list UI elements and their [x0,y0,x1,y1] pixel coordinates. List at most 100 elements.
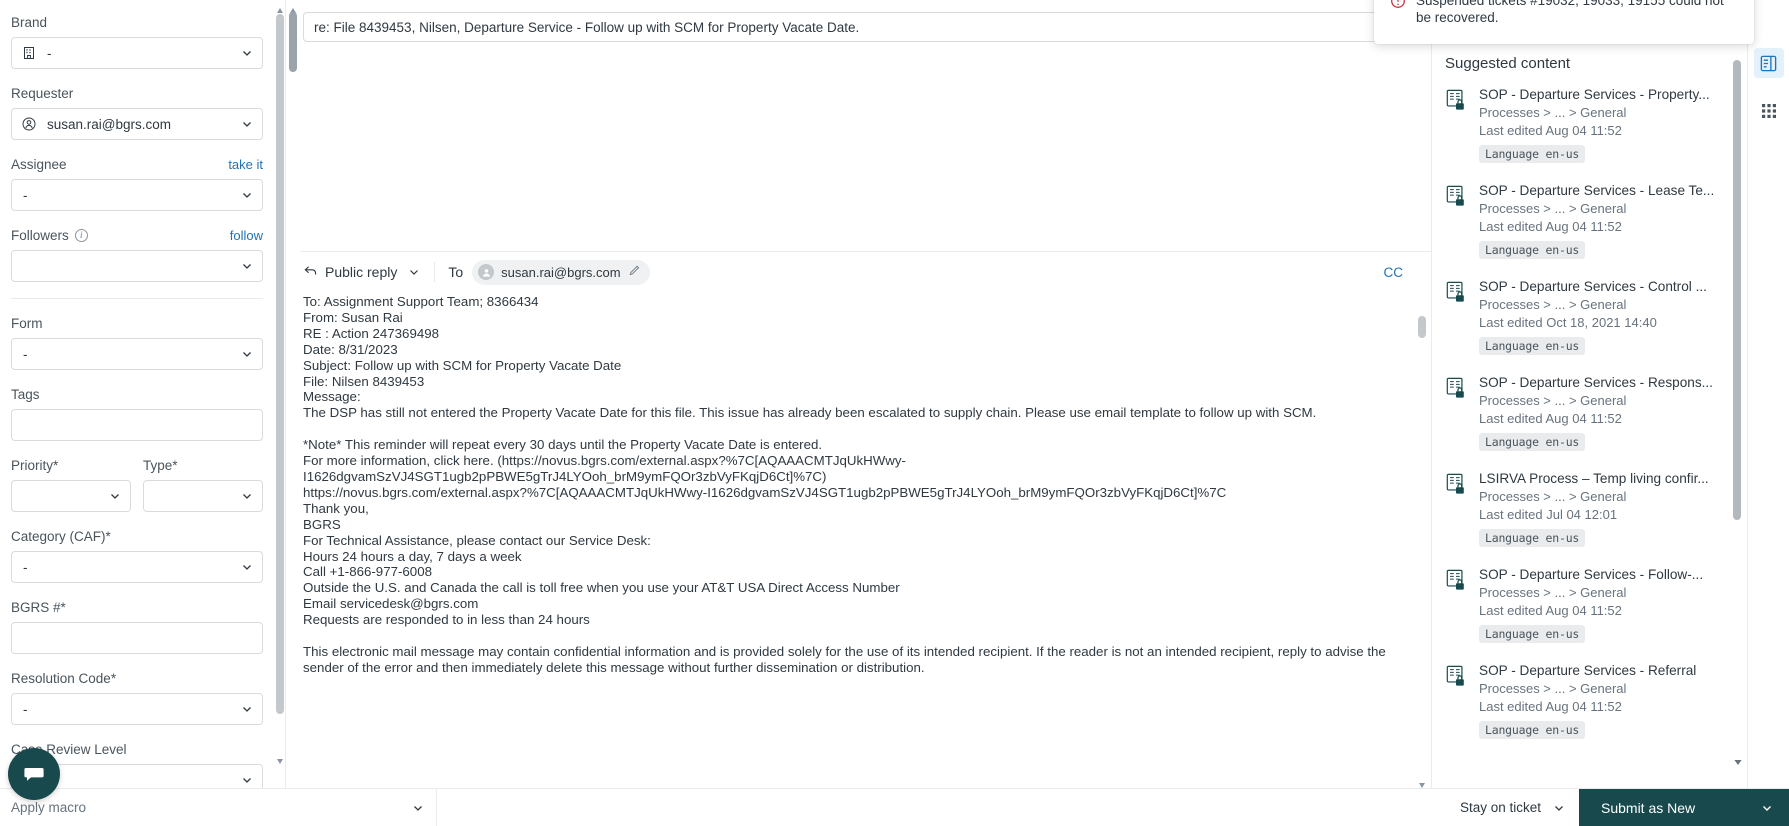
chevron-down-icon[interactable] [1759,802,1773,814]
resolution-code-select[interactable]: - [11,693,263,725]
field-label-row: BGRS #* [11,599,263,616]
scroll-down-arrow-icon[interactable] [276,752,284,764]
scroll-up-arrow-icon[interactable] [289,2,297,13]
article-title: SOP - Departure Services - Follow-... [1479,567,1704,582]
reply-body-text[interactable]: To: Assignment Support Team; 8366434 Fro… [303,292,1405,676]
priority-select[interactable] [11,480,131,512]
sidebar-divider [11,298,263,299]
sidebar-scrollbar-thumb[interactable] [276,14,284,714]
brand-value: - [47,45,52,61]
field-brand: Brand - [11,14,263,69]
conversation-scrollbar-thumb[interactable] [289,12,297,72]
field-tags: Tags [11,386,263,441]
field-label-bgrs-number: BGRS #* [11,600,66,615]
field-label-row: Assignee take it [11,156,263,173]
ticket-workspace: Brand - Requester susan.rai@bgrs.com Ass… [0,0,1789,826]
article-path: Processes > ... > General [1479,489,1627,504]
sidebar-scroll-area: Brand - Requester susan.rai@bgrs.com Ass… [0,0,285,788]
field-label-requester: Requester [11,86,74,101]
category-caf-value: - [23,559,28,575]
suggested-content-scrollbar-thumb[interactable] [1733,60,1741,520]
article-path: Processes > ... > General [1479,105,1627,120]
scroll-down-arrow-icon[interactable] [1418,776,1426,788]
field-label-brand: Brand [11,15,48,30]
chevron-down-icon [241,189,253,201]
subject-input[interactable]: re: File 8439453, Nilsen, Departure Serv… [303,12,1423,42]
list-item[interactable]: SOP - Departure Services - Respons... Pr… [1445,374,1737,451]
suggested-content-panel: Suggested content SOP - Departure Servic… [1431,0,1747,826]
reply-composer: Public reply To susan.rai@bgrs.com CC To… [286,252,1431,826]
list-item[interactable]: SOP - Departure Services - Control ... P… [1445,278,1737,355]
chevron-down-icon [241,348,253,360]
sidebar-scrollbar[interactable] [276,2,284,764]
divider [434,262,436,282]
suggested-content-scrollbar[interactable] [1732,48,1742,766]
resolution-code-value: - [23,701,28,717]
brand-select[interactable]: - [11,37,263,69]
field-label-form: Form [11,316,43,331]
language-badge: Language en-us [1479,241,1586,259]
field-requester: Requester susan.rai@bgrs.com [11,85,263,140]
reply-body-scrollbar-thumb[interactable] [1418,316,1426,338]
apps-grid-icon[interactable] [1754,96,1784,126]
reply-channel-selector[interactable]: Public reply [303,263,432,281]
chevron-down-icon [241,774,253,786]
field-assignee: Assignee take it - [11,156,263,211]
type-select[interactable] [143,480,263,512]
article-title: SOP - Departure Services - Property... [1479,87,1710,102]
field-label-row: Tags [11,386,263,403]
apply-macro-bar: Apply macro [0,788,437,826]
form-value: - [23,346,28,362]
recipient-chip[interactable]: susan.rai@bgrs.com [472,259,650,285]
requester-select[interactable]: susan.rai@bgrs.com [11,108,263,140]
tags-input[interactable] [11,409,263,441]
reply-body-scrollbar[interactable] [1417,292,1427,790]
suggested-content-list: SOP - Departure Services - Property... P… [1432,86,1747,739]
article-last-edited: Last edited Jul 04 12:01 [1479,507,1618,522]
locked-article-icon [1445,665,1467,689]
field-priority-type-row: Priority* Type* [11,457,263,512]
error-circle-icon [1390,0,1406,9]
bgrs-number-input[interactable] [11,622,263,654]
follow-link[interactable]: follow [230,228,263,243]
list-item[interactable]: SOP - Departure Services - Follow-... Pr… [1445,566,1737,643]
language-badge: Language en-us [1479,529,1586,547]
list-item[interactable]: LSIRVA Process – Temp living confir... P… [1445,470,1737,547]
conversation-scrollbar[interactable] [286,0,300,826]
field-followers: Followers i follow [11,227,263,282]
article-last-edited: Last edited Aug 04 11:52 [1479,699,1622,714]
article-last-edited: Last edited Aug 04 11:52 [1479,603,1622,618]
subject-area: re: File 8439453, Nilsen, Departure Serv… [286,0,1431,252]
recipient-email: susan.rai@bgrs.com [501,264,621,280]
form-select[interactable]: - [11,338,263,370]
apply-macro-select[interactable]: Apply macro [11,795,424,821]
list-item[interactable]: SOP - Departure Services - Property... P… [1445,86,1737,163]
category-caf-select[interactable]: - [11,551,263,583]
chevron-down-icon [241,561,253,573]
building-icon [21,45,37,61]
locked-article-icon [1445,185,1467,209]
scroll-down-arrow-icon[interactable] [1733,754,1743,765]
chat-widget-button[interactable] [8,748,60,800]
submit-as-new-button[interactable]: Submit as New [1579,788,1789,826]
error-toast-message: Suspended tickets #19032, 19033, 19155 c… [1416,0,1724,25]
article-title: SOP - Departure Services - Referral [1479,663,1697,678]
list-item[interactable]: SOP - Departure Services - Lease Te... P… [1445,182,1737,259]
list-item-body: LSIRVA Process – Temp living confir... P… [1479,470,1737,547]
info-icon[interactable]: i [74,229,88,242]
chevron-down-icon [241,260,253,272]
list-item[interactable]: SOP - Departure Services - Referral Proc… [1445,662,1737,739]
edit-pencil-icon[interactable] [628,264,641,280]
error-toast[interactable]: Suspended tickets #19032, 19033, 19155 c… [1374,0,1754,44]
stay-on-ticket-select[interactable]: Stay on ticket [1446,789,1579,826]
language-badge: Language en-us [1479,145,1586,163]
field-label-row: Category (CAF)* [11,528,263,545]
article-last-edited: Last edited Aug 04 11:52 [1479,219,1622,234]
scroll-up-arrow-icon[interactable] [276,2,284,13]
knowledge-panel-icon[interactable] [1753,48,1784,78]
take-it-link[interactable]: take it [228,157,263,172]
assignee-select[interactable]: - [11,179,263,211]
article-last-edited: Last edited Oct 18, 2021 14:40 [1479,315,1657,330]
cc-link[interactable]: CC [1384,265,1404,280]
followers-select[interactable] [11,250,263,282]
